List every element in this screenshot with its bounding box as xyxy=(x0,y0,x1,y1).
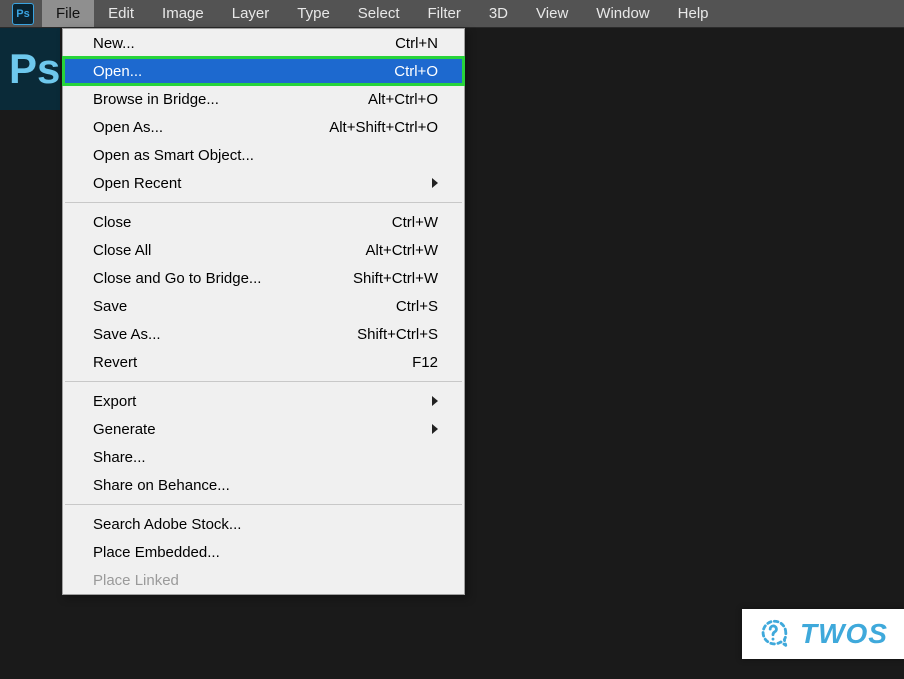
menu-edit[interactable]: Edit xyxy=(94,0,148,27)
menu-item-row[interactable]: Open As... Alt+Shift+Ctrl+O xyxy=(63,113,464,141)
menu-item-label: Revert xyxy=(93,354,137,371)
file-menu-dropdown: New... Ctrl+N Open... Ctrl+O Browse in Bridg… xyxy=(62,28,465,595)
menu-item-row[interactable]: Generate xyxy=(63,415,464,443)
menu-item-row[interactable]: Open as Smart Object... xyxy=(63,141,464,169)
menu-item-label: Open... xyxy=(93,63,142,80)
menu-separator xyxy=(65,381,462,382)
chevron-right-icon xyxy=(432,178,438,188)
menu-item-label: Generate xyxy=(93,421,156,438)
menu-item-row[interactable]: Share on Behance... xyxy=(63,471,464,499)
menu-separator xyxy=(65,504,462,505)
watermark-text: TWOS xyxy=(800,618,888,650)
menu-help[interactable]: Help xyxy=(664,0,723,27)
menu-item-label: Place Embedded... xyxy=(93,544,220,561)
menu-item-label: Share... xyxy=(93,449,146,466)
chevron-right-icon xyxy=(432,424,438,434)
menu-item-label: Open Recent xyxy=(93,175,181,192)
menu-item-row[interactable]: Close and Go to Bridge... Shift+Ctrl+W xyxy=(63,264,464,292)
menu-item-label: Place Linked xyxy=(93,572,179,589)
menu-item-label: Browse in Bridge... xyxy=(93,91,219,108)
menu-item-row[interactable]: Place Embedded... xyxy=(63,538,464,566)
menu-item-shortcut: Alt+Ctrl+O xyxy=(368,91,438,108)
app-window: Ps File Edit Image Layer Type Select Fil… xyxy=(0,0,904,679)
menu-select[interactable]: Select xyxy=(344,0,414,27)
menu-item-shortcut: Alt+Shift+Ctrl+O xyxy=(329,119,438,136)
menu-window[interactable]: Window xyxy=(582,0,663,27)
menu-item-label: Open as Smart Object... xyxy=(93,147,254,164)
menu-item-shortcut: Shift+Ctrl+W xyxy=(353,270,438,287)
menu-item-row: Place Linked xyxy=(63,566,464,594)
menu-item-shortcut: Ctrl+N xyxy=(395,35,438,52)
menu-item-shortcut: Alt+Ctrl+W xyxy=(365,242,438,259)
menu-item-label: Save As... xyxy=(93,326,161,343)
menu-item-label: Close xyxy=(93,214,131,231)
menubar: Ps File Edit Image Layer Type Select Fil… xyxy=(0,0,904,28)
menu-item-shortcut: F12 xyxy=(412,354,438,371)
app-icon-slot[interactable]: Ps xyxy=(4,0,42,27)
ps-icon: Ps xyxy=(12,3,34,25)
menu-item-row[interactable]: Open... Ctrl+O xyxy=(63,57,464,85)
question-bubble-icon xyxy=(756,617,790,651)
menu-item-label: Search Adobe Stock... xyxy=(93,516,241,533)
menu-layer[interactable]: Layer xyxy=(218,0,284,27)
menu-item-label: Open As... xyxy=(93,119,163,136)
menu-item-shortcut: Ctrl+W xyxy=(392,214,438,231)
menu-item-label: Share on Behance... xyxy=(93,477,230,494)
ps-logo-text: Ps xyxy=(9,45,60,93)
menu-item-row[interactable]: Revert F12 xyxy=(63,348,464,376)
menu-item-row[interactable]: Browse in Bridge... Alt+Ctrl+O xyxy=(63,85,464,113)
menu-item-label: Close and Go to Bridge... xyxy=(93,270,261,287)
watermark: TWOS xyxy=(742,609,904,659)
menu-filter[interactable]: Filter xyxy=(414,0,475,27)
menu-item-row[interactable]: Search Adobe Stock... xyxy=(63,510,464,538)
menu-item-shortcut: Ctrl+S xyxy=(396,298,438,315)
menu-separator xyxy=(65,202,462,203)
menu-item-row[interactable]: Share... xyxy=(63,443,464,471)
menu-item-row[interactable]: Export xyxy=(63,387,464,415)
menu-item-row[interactable]: New... Ctrl+N xyxy=(63,29,464,57)
menu-item-row[interactable]: Open Recent xyxy=(63,169,464,197)
menu-item-label: Close All xyxy=(93,242,151,259)
menu-3d[interactable]: 3D xyxy=(475,0,522,27)
menu-item-shortcut: Shift+Ctrl+S xyxy=(357,326,438,343)
menu-item-row[interactable]: Save Ctrl+S xyxy=(63,292,464,320)
menu-item-label: New... xyxy=(93,35,135,52)
menu-item-label: Save xyxy=(93,298,127,315)
menu-item-shortcut: Ctrl+O xyxy=(394,63,438,80)
menu-item-row[interactable]: Close Ctrl+W xyxy=(63,208,464,236)
menu-view[interactable]: View xyxy=(522,0,582,27)
menu-image[interactable]: Image xyxy=(148,0,218,27)
menu-item-row[interactable]: Close All Alt+Ctrl+W xyxy=(63,236,464,264)
menu-type[interactable]: Type xyxy=(283,0,344,27)
menu-item-label: Export xyxy=(93,393,136,410)
chevron-right-icon xyxy=(432,396,438,406)
sidebar-logo: Ps xyxy=(0,28,60,110)
menu-file[interactable]: File xyxy=(42,0,94,27)
menu-item-row[interactable]: Save As... Shift+Ctrl+S xyxy=(63,320,464,348)
